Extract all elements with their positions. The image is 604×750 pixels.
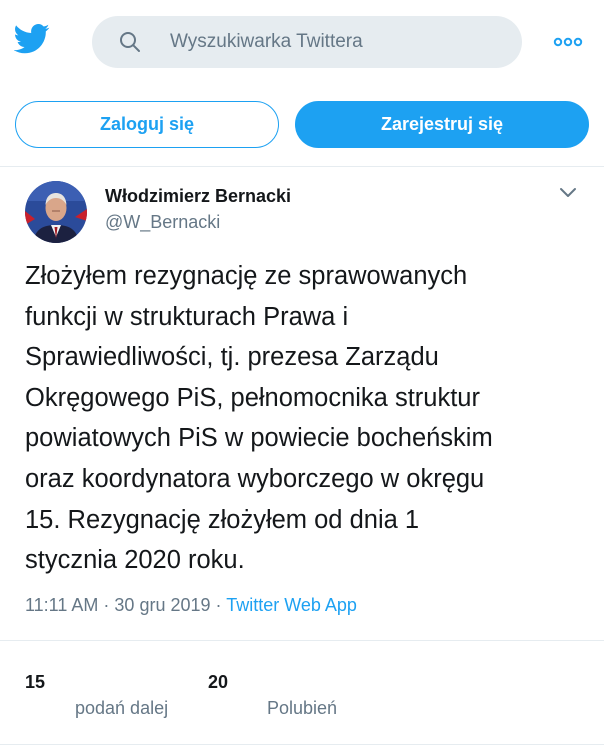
divider [0,166,604,167]
chevron-down-icon[interactable] [558,186,578,200]
divider [0,744,604,745]
twitter-bird-icon[interactable] [14,24,50,54]
meta-separator: · [215,595,222,615]
tweet-meta: 11:11 AM · 30 gru 2019 · Twitter Web App [25,595,357,616]
tweet-source-link[interactable]: Twitter Web App [226,595,357,615]
like-label[interactable]: Polubień [267,698,337,719]
login-button[interactable]: Zaloguj się [15,101,279,148]
avatar[interactable] [25,181,87,243]
search-bar[interactable] [92,16,522,68]
divider [0,640,604,641]
tweet-time[interactable]: 11:11 AM [25,595,98,615]
retweet-label[interactable]: podań dalej [75,698,168,719]
like-count[interactable]: 20 [208,672,228,693]
more-dots-icon[interactable] [552,30,584,54]
tweet-text: Złożyłem rezygnację ze sprawowanych funk… [25,262,493,575]
author-handle[interactable]: @W_Bernacki [105,212,220,233]
tweet-date[interactable]: 30 gru 2019 [114,595,210,615]
search-input[interactable] [170,16,500,68]
search-icon [120,32,140,52]
retweet-count[interactable]: 15 [25,672,45,693]
signup-button[interactable]: Zarejestruj się [295,101,589,148]
meta-separator: · [103,595,110,615]
author-name[interactable]: Włodzimierz Bernacki [105,186,291,207]
top-bar [0,0,604,86]
